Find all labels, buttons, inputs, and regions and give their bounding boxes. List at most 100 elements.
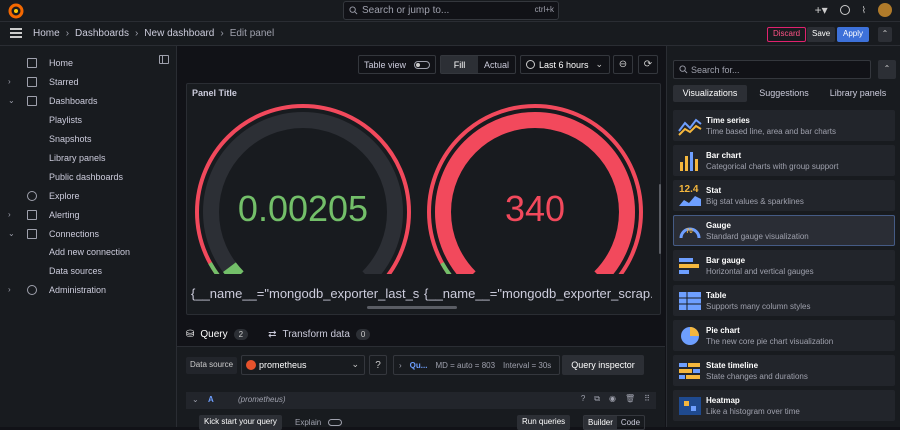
duplicate-icon[interactable]: ⧉: [594, 394, 600, 404]
viz-search-input[interactable]: Search for...: [673, 60, 871, 79]
help-icon[interactable]: [839, 5, 850, 15]
breadcrumb-dashboards[interactable]: Dashboards: [75, 28, 129, 39]
chevron-down-icon[interactable]: ⌄: [8, 229, 15, 238]
viz-item-gauge[interactable]: 70 Gauge Standard gauge visualization: [673, 215, 895, 246]
gauge-label-1: {__name__="mongodb_exporter_last_s...: [191, 286, 419, 301]
tab-query[interactable]: ⛁ Query 2: [186, 327, 249, 348]
viz-item-heatmap[interactable]: Heatmap Like a histogram over time: [673, 390, 895, 421]
sidebar-item-alerting[interactable]: › Alerting: [0, 207, 177, 226]
sidebar-item-explore[interactable]: Explore: [0, 188, 177, 207]
breadcrumb-new-dashboard[interactable]: New dashboard: [144, 28, 214, 39]
sidebar-item-label: Data sources: [49, 266, 103, 276]
apply-button[interactable]: Apply: [837, 27, 870, 42]
tab-suggestions[interactable]: Suggestions: [747, 85, 821, 102]
discard-button[interactable]: Discard: [767, 27, 807, 42]
top-bar: Search or jump to... ctrl+k +▾ ⌇: [0, 0, 900, 22]
bell-icon: [27, 210, 37, 220]
actual-option[interactable]: Actual: [478, 56, 515, 73]
sidebar-item-public-dashboards[interactable]: Public dashboards: [0, 169, 177, 188]
sidebar: Home › Starred ⌄ Dashboards Playlists Snapshot…: [0, 46, 177, 427]
gauge-value-2: 340: [504, 188, 566, 229]
data-source-help-icon[interactable]: ?: [369, 355, 387, 375]
eye-icon[interactable]: ◉: [609, 394, 616, 404]
chevron-up-icon[interactable]: ⌃: [878, 27, 892, 42]
add-icon[interactable]: +▾: [815, 3, 828, 17]
horizontal-scrollbar[interactable]: [367, 306, 457, 309]
interval: Interval = 30s: [503, 361, 552, 370]
query-options[interactable]: › Qu... MD = auto = 803 Interval = 30s: [393, 355, 560, 375]
query-inspector-button[interactable]: Query inspector: [562, 355, 644, 375]
sidebar-item-add-new-connection[interactable]: Add new connection: [0, 244, 177, 263]
breadcrumb-home[interactable]: Home: [33, 28, 60, 39]
tab-query-count: 2: [233, 328, 249, 340]
compass-icon: [27, 191, 37, 201]
grafana-logo-icon[interactable]: [8, 3, 24, 19]
sidebar-item-label: Public dashboards: [49, 172, 124, 182]
zoom-out-icon[interactable]: ⊖: [613, 55, 633, 74]
top-icons: +▾ ⌇: [815, 3, 892, 17]
sidebar-item-label: Alerting: [49, 210, 80, 220]
run-queries-button[interactable]: Run queries: [517, 415, 571, 430]
kick-start-button[interactable]: Kick start your query: [199, 415, 282, 430]
explain-toggle[interactable]: Explain: [295, 418, 343, 427]
viz-item-pie-chart[interactable]: Pie chart The new core pie chart visualiz…: [673, 320, 895, 351]
avatar[interactable]: [878, 3, 892, 17]
viz-item-stat[interactable]: 12.4 Stat Big stat values & sparklines: [673, 180, 895, 211]
viz-item-bar-chart[interactable]: Bar chart Categorical charts with group s…: [673, 145, 895, 176]
chevron-up-icon[interactable]: ⌃: [878, 60, 896, 79]
search-input[interactable]: Search or jump to... ctrl+k: [343, 1, 559, 20]
code-option[interactable]: Code: [617, 416, 644, 429]
sidebar-item-connections[interactable]: ⌄ Connections: [0, 226, 177, 245]
viz-item-state-timeline[interactable]: State timeline State changes and duration…: [673, 355, 895, 386]
sidebar-item-library-panels[interactable]: Library panels: [0, 150, 177, 169]
tab-transform-count: 0: [355, 328, 371, 340]
sidebar-item-playlists[interactable]: Playlists: [0, 112, 177, 131]
sidebar-item-label: Explore: [49, 191, 80, 201]
tab-transform[interactable]: ⇄ Transform data 0: [268, 327, 371, 347]
viz-item-desc: The new core pie chart visualization: [706, 337, 834, 346]
tab-visualizations[interactable]: Visualizations: [673, 85, 747, 102]
time-range-picker[interactable]: Last 6 hours ⌄: [520, 55, 610, 74]
builder-option[interactable]: Builder: [584, 416, 617, 429]
sidebar-item-starred[interactable]: › Starred: [0, 74, 177, 93]
chevron-right-icon[interactable]: ›: [8, 285, 11, 294]
data-source-select[interactable]: prometheus ⌄: [241, 355, 365, 375]
toggle-switch[interactable]: [414, 61, 430, 69]
help-icon[interactable]: ?: [581, 394, 585, 404]
chevron-down-icon[interactable]: ⌄: [192, 395, 199, 404]
max-data-points: MD = auto = 803: [435, 361, 496, 370]
clock-icon: [526, 60, 535, 69]
query-editor: Data source prometheus ⌄ ? › Qu... MD = …: [177, 346, 665, 430]
chevron-right-icon[interactable]: ›: [8, 210, 11, 219]
save-button[interactable]: Save: [807, 27, 836, 42]
breadcrumb-separator-icon: ›: [220, 28, 224, 39]
viz-item-bar-gauge[interactable]: Bar gauge Horizontal and vertical gauges: [673, 250, 895, 281]
breadcrumb: Home › Dashboards › New dashboard › Edit…: [33, 28, 274, 39]
trash-icon[interactable]: 🗑: [625, 394, 635, 404]
query-ref-id[interactable]: A: [208, 395, 214, 404]
vertical-scrollbar[interactable]: [659, 184, 661, 254]
viz-tabs: Visualizations Suggestions Library panel…: [673, 85, 895, 102]
chevron-down-icon[interactable]: ⌄: [8, 96, 15, 105]
fill-option[interactable]: Fill: [441, 56, 478, 73]
drag-handle-icon[interactable]: ⠿: [644, 394, 650, 404]
toggle-switch[interactable]: [328, 419, 343, 427]
viz-item-table[interactable]: Table Supports many column styles: [673, 285, 895, 316]
sidebar-item-administration[interactable]: › Administration: [0, 282, 177, 301]
sidebar-item-home[interactable]: Home: [0, 55, 177, 74]
viz-icon-text: 12.4: [679, 184, 699, 195]
news-icon[interactable]: ⌇: [862, 5, 866, 16]
chevron-right-icon[interactable]: ›: [8, 77, 11, 86]
table-view-toggle[interactable]: Table view: [358, 55, 436, 74]
sidebar-item-snapshots[interactable]: Snapshots: [0, 131, 177, 150]
gear-icon: [27, 285, 37, 295]
sidebar-item-data-sources[interactable]: Data sources: [0, 263, 177, 282]
gauge-value-bar: [223, 262, 244, 283]
viz-item-time-series[interactable]: Time series Time based line, area and bar…: [673, 110, 895, 141]
sidebar-item-dashboards[interactable]: ⌄ Dashboards: [0, 93, 177, 112]
main-editor: Table view Fill Actual Last 6 hours ⌄ ⊖ …: [177, 46, 665, 430]
menu-icon[interactable]: [10, 28, 22, 38]
refresh-icon[interactable]: ⟳: [638, 55, 658, 74]
tab-library-panels[interactable]: Library panels: [821, 85, 895, 102]
chevron-right-icon: ›: [399, 361, 402, 370]
